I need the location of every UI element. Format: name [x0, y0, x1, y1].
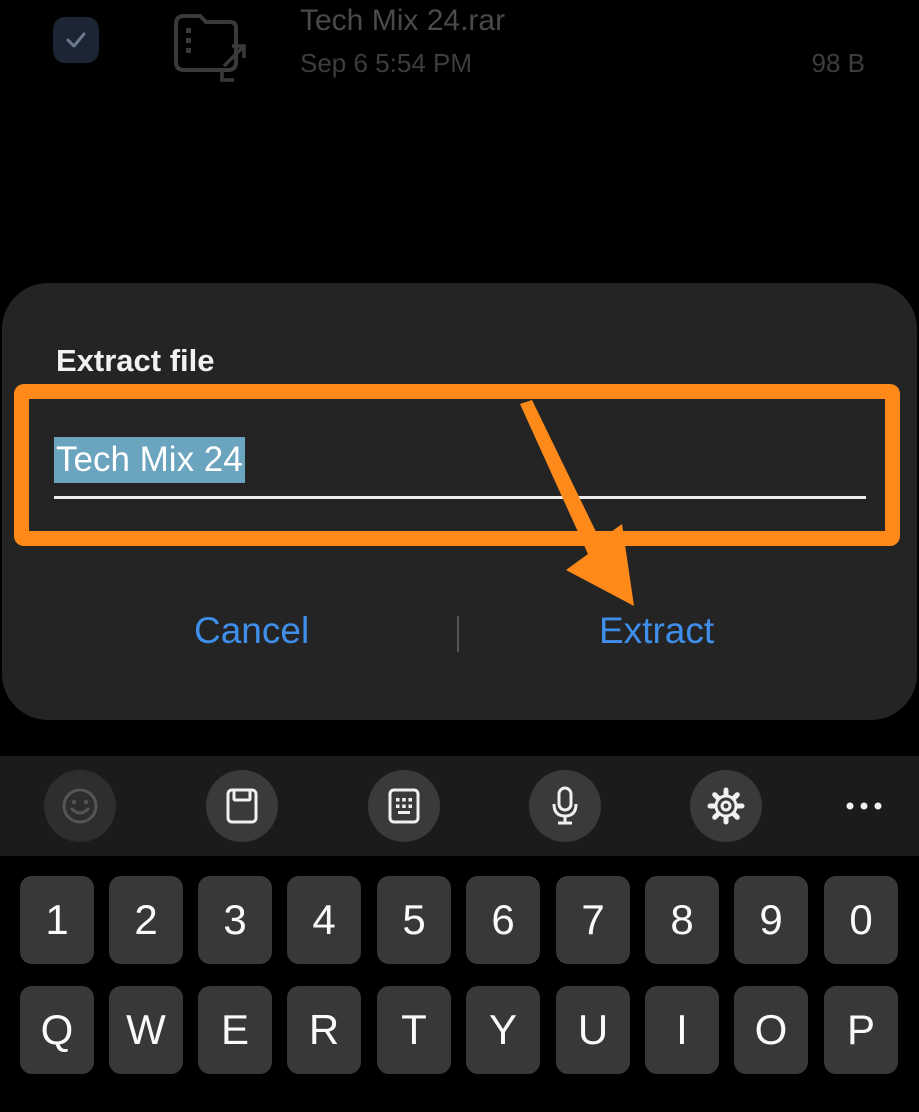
file-list-row: Tech Mix 24.rar Sep 6 5:54 PM 98 B [0, 0, 919, 110]
clipboard-button[interactable] [206, 770, 278, 842]
voice-input-button[interactable] [529, 770, 601, 842]
keyboard-mode-button[interactable] [368, 770, 440, 842]
emoji-icon [62, 788, 98, 824]
key-3[interactable]: 3 [198, 876, 272, 964]
key-o[interactable]: O [734, 986, 808, 1074]
key-9[interactable]: 9 [734, 876, 808, 964]
key-u[interactable]: U [556, 986, 630, 1074]
key-e[interactable]: E [198, 986, 272, 1074]
emoji-button[interactable] [44, 770, 116, 842]
settings-gear-icon [707, 787, 745, 825]
dialog-title: Extract file [56, 343, 215, 378]
cancel-button[interactable]: Cancel [194, 610, 309, 652]
key-4[interactable]: 4 [287, 876, 361, 964]
extract-dialog: Extract file Tech Mix 24 Cancel Extract [2, 283, 917, 720]
key-0[interactable]: 0 [824, 876, 898, 964]
file-name: Tech Mix 24.rar [300, 4, 506, 37]
key-8[interactable]: 8 [645, 876, 719, 964]
key-p[interactable]: P [824, 986, 898, 1074]
folder-name-input[interactable]: Tech Mix 24 [54, 437, 866, 499]
key-6[interactable]: 6 [466, 876, 540, 964]
key-r[interactable]: R [287, 986, 361, 1074]
microphone-icon [552, 786, 578, 825]
button-divider [457, 616, 459, 652]
clipboard-icon [226, 788, 258, 824]
more-dots-icon [846, 802, 882, 810]
file-size: 98 B [811, 48, 866, 78]
keyboard-toolbar [0, 756, 919, 856]
key-y[interactable]: Y [466, 986, 540, 1074]
archive-file-icon [174, 14, 246, 82]
key-5[interactable]: 5 [377, 876, 451, 964]
key-2[interactable]: 2 [109, 876, 183, 964]
key-q[interactable]: Q [20, 986, 94, 1074]
check-icon [66, 32, 86, 48]
file-date: Sep 6 5:54 PM [300, 48, 472, 78]
selected-input-text: Tech Mix 24 [54, 437, 245, 483]
key-i[interactable]: I [645, 986, 719, 1074]
checkbox [53, 17, 99, 63]
keyboard-settings-button[interactable] [690, 770, 762, 842]
key-1[interactable]: 1 [20, 876, 94, 964]
key-7[interactable]: 7 [556, 876, 630, 964]
key-w[interactable]: W [109, 986, 183, 1074]
keyboard-mode-icon [388, 788, 420, 824]
extract-button[interactable]: Extract [599, 610, 714, 652]
more-options-button[interactable] [828, 770, 900, 842]
key-t[interactable]: T [377, 986, 451, 1074]
on-screen-keyboard: 1 2 3 4 5 6 7 8 9 0 Q W E R T Y U I O P [0, 856, 919, 1112]
